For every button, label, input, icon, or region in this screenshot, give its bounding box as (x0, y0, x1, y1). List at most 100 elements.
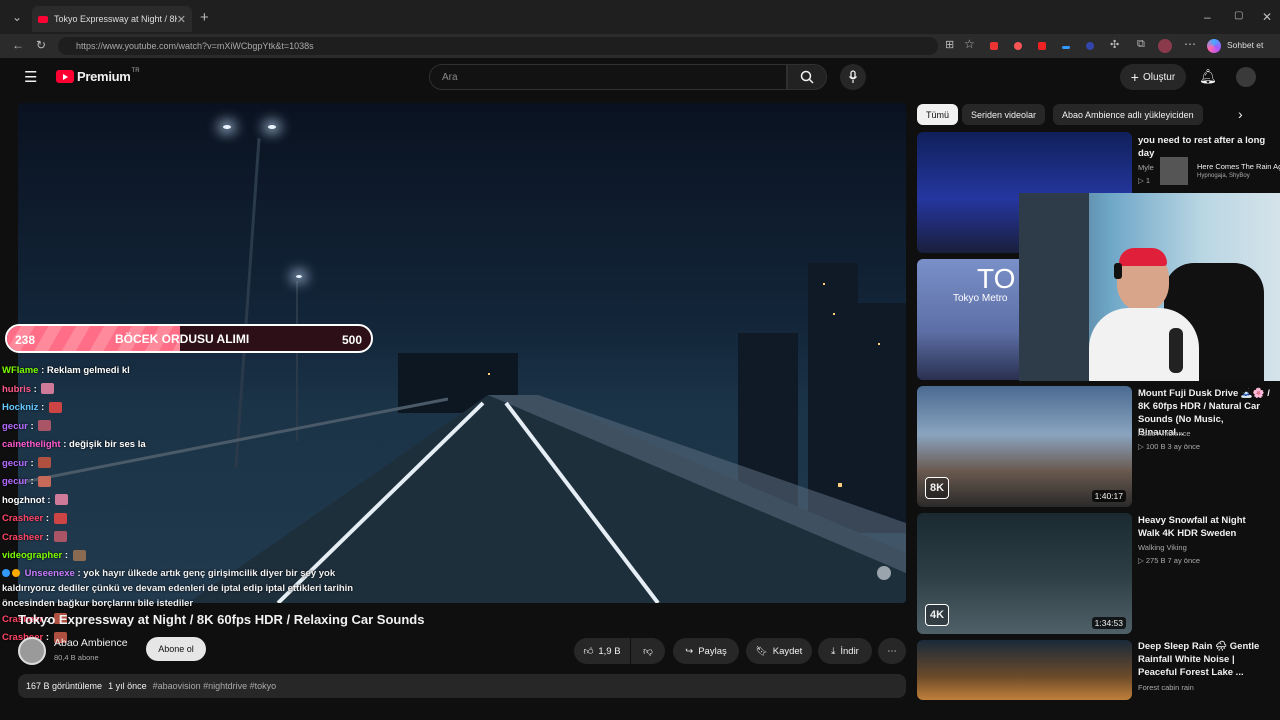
bookshelf (1019, 193, 1089, 381)
download-icon: ⤓ (831, 645, 836, 657)
resolution-badge: 4K (925, 604, 949, 626)
resolution-badge: 8K (925, 477, 949, 499)
voice-search-button[interactable] (840, 64, 866, 90)
chat-username: Crasheer (2, 531, 44, 543)
recommendation-thumbnail[interactable]: 4K 1:34:53 (917, 513, 1132, 634)
url-text: https://www.youtube.com/watch?v=mXiWCbgp… (76, 41, 314, 51)
chat-button-label[interactable]: Sohbet et (1227, 40, 1263, 50)
channel-avatar[interactable] (18, 637, 46, 665)
close-tab-icon[interactable]: ✕ (177, 13, 186, 26)
recommendation-title[interactable]: Deep Sleep Rain 🌧 Gentle Rainfall White … (1138, 640, 1270, 679)
like-button[interactable]: 👍︎ 1,9 B (574, 638, 630, 664)
streamer-webcam (1019, 193, 1280, 381)
emote-icon (72, 549, 86, 561)
mini-player[interactable]: Here Comes The Rain Aga Hypnogaja, ShyBo… (1158, 155, 1280, 187)
upload-age: 1 yıl önce (108, 681, 147, 691)
recommendation-title[interactable]: Heavy Snowfall at Night Walk 4K HDR Swed… (1138, 514, 1270, 540)
create-button[interactable]: + Oluştur (1120, 64, 1186, 90)
chat-message: hogzhnot : (2, 492, 380, 511)
notifications-bell-icon[interactable]: 🔔︎ (1199, 68, 1217, 85)
youtube-favicon-icon (38, 15, 48, 23)
extension-icon[interactable] (990, 42, 998, 50)
share-button[interactable]: ↪ Paylaş (673, 638, 739, 664)
tab-list-icon[interactable]: ⌄ (12, 10, 22, 24)
minimize-icon[interactable]: – (1204, 10, 1211, 24)
save-button[interactable]: 🔖︎ Kaydet (746, 638, 812, 664)
extension-icon[interactable] (1014, 42, 1022, 50)
new-tab-icon[interactable]: + (200, 9, 209, 26)
emote-icon (53, 512, 67, 524)
emote-icon (38, 457, 52, 469)
goal-current: 238 (15, 333, 36, 347)
chevron-right-icon[interactable]: › (1238, 106, 1243, 122)
back-icon[interactable]: ← (12, 38, 24, 52)
extension-icon[interactable] (1086, 42, 1094, 50)
more-menu-icon[interactable]: ⋯ (1184, 37, 1196, 51)
emote-icon (53, 531, 67, 543)
chat-message: Crasheer : (2, 510, 380, 529)
chip-uploader[interactable]: Abao Ambience adlı yükleyiciden (1053, 104, 1203, 125)
youtube-logo[interactable]: Premium TR (56, 68, 140, 84)
copilot-icon[interactable] (1207, 39, 1221, 53)
recommendation-channel: Walking Viking (1138, 543, 1187, 552)
tab-title: Tokyo Expressway at Night / 8K 60 (54, 14, 177, 24)
chip-all[interactable]: Tümü (917, 104, 959, 125)
search-button[interactable] (787, 64, 827, 90)
recommendation-meta: ▷ 275 B 7 ay önce (1138, 556, 1201, 565)
menu-icon[interactable]: ☰ (24, 68, 37, 86)
chat-text: Reklam gelmedi kl (46, 365, 130, 376)
save-label: Kaydet (772, 645, 803, 657)
thumbs-up-icon: 👍︎ (583, 646, 594, 657)
chat-message: Hockniz : (2, 399, 380, 418)
hashtags[interactable]: #abaovision #nightdrive #tokyo (153, 681, 277, 691)
install-app-icon[interactable]: ⊞ (945, 38, 954, 51)
recommendation-meta: ▷ 1 (1138, 176, 1151, 185)
more-icon: ⋯ (887, 645, 897, 657)
extension-icon[interactable] (1062, 46, 1070, 49)
dislike-button[interactable]: 👎︎ (631, 638, 665, 664)
chat-username: Unseenexe (24, 567, 75, 579)
chat-username: gecur (2, 420, 28, 432)
extension-icon[interactable] (1038, 42, 1046, 50)
album-art (1160, 157, 1188, 185)
url-field[interactable]: https://www.youtube.com/watch?v=mXiWCbgp… (58, 37, 938, 55)
create-label: Oluştur (1142, 71, 1176, 83)
recommendation-thumbnail[interactable] (917, 640, 1132, 700)
chat-message: videographer : (2, 547, 380, 566)
account-avatar[interactable] (1236, 67, 1256, 87)
bookmark-star-icon[interactable]: ☆ (964, 37, 975, 51)
browser-tab[interactable]: Tokyo Expressway at Night / 8K 60 ✕ (32, 6, 192, 32)
thumbnail-text: TO (977, 263, 1016, 294)
microphone-icon (849, 70, 857, 83)
share-label: Paylaş (698, 645, 727, 657)
subscribe-button[interactable]: Abone ol (146, 637, 206, 661)
more-actions-button[interactable]: ⋯ (878, 638, 906, 664)
emote-icon (55, 494, 69, 506)
share-icon: ↪ (685, 645, 694, 657)
emote-icon (38, 420, 52, 432)
chat-message: gecur : (2, 418, 380, 437)
subscriber-count: 80,4 B abone (54, 653, 99, 662)
chip-series[interactable]: Seriden videolar (962, 104, 1046, 125)
chat-message: Crasheer : (2, 529, 380, 548)
split-screen-icon[interactable]: ⧉ (1137, 38, 1145, 51)
description-box[interactable]: 167 B görüntüleme 1 yıl önce #abaovision… (18, 674, 906, 698)
chat-message: gecur : (2, 473, 380, 492)
download-button[interactable]: ⤓ İndir (818, 638, 872, 664)
channel-name[interactable]: Abao Ambience (54, 637, 128, 649)
chat-message: gecur : (2, 455, 380, 474)
reload-icon[interactable]: ↻ (36, 38, 46, 52)
profile-avatar[interactable] (1158, 39, 1172, 53)
recommendation-thumbnail[interactable]: 8K 1:40:17 (917, 386, 1132, 507)
maximize-icon[interactable]: ▢ (1234, 10, 1243, 21)
chat-username: Hockniz (2, 402, 39, 413)
close-window-icon[interactable]: ✕ (1262, 10, 1272, 24)
goal-title: BÖCEK ORDUSU ALIMI (115, 332, 250, 346)
video-duration: 1:34:53 (1091, 617, 1126, 629)
search-input[interactable]: Ara (429, 64, 787, 90)
chat-lines: WFlame : Reklam gelmedi kl hubris : Hockn… (2, 362, 380, 566)
chat-badge-icon (2, 568, 10, 577)
emote-icon (38, 475, 52, 487)
chat-username: hubris (2, 383, 32, 395)
extensions-puzzle-icon[interactable]: ✣ (1110, 38, 1119, 51)
